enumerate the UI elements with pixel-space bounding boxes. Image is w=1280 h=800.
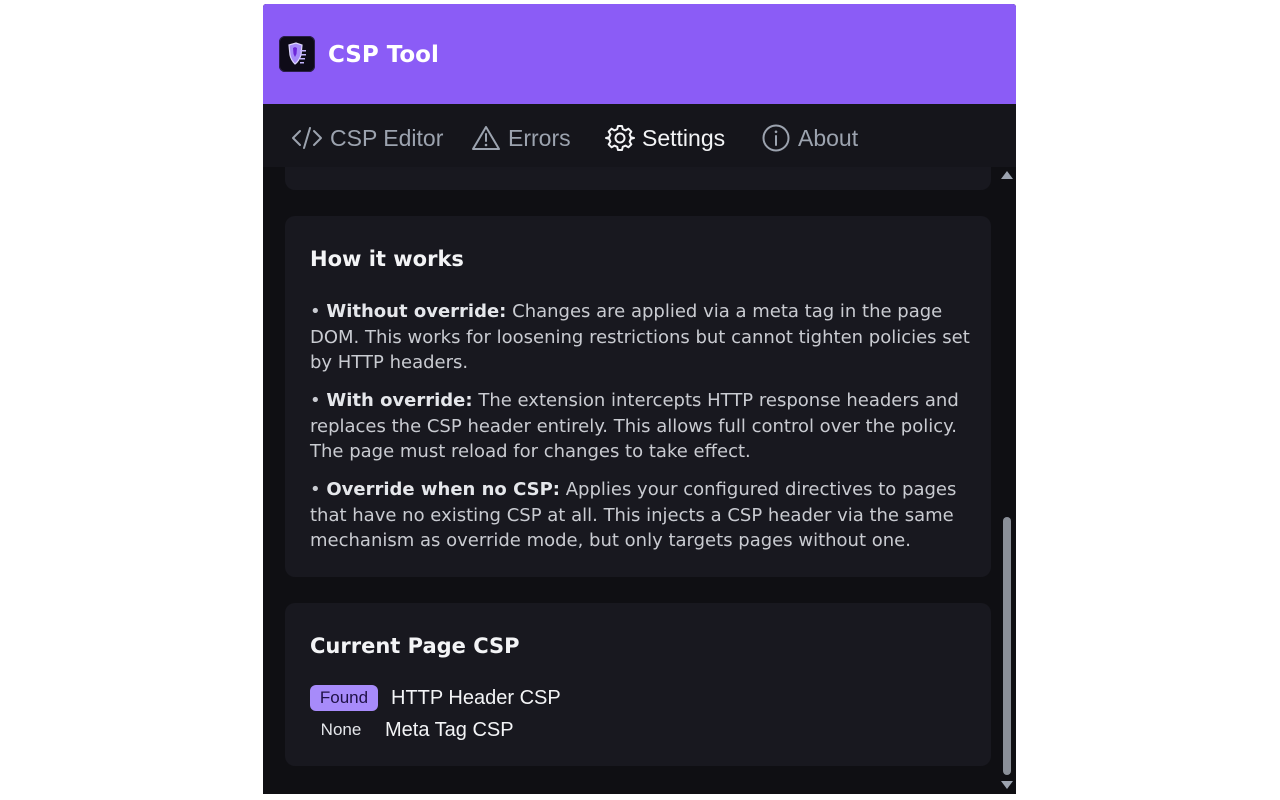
previous-card: [285, 167, 991, 190]
http-header-csp-label: HTTP Header CSP: [391, 687, 561, 709]
bullet: •: [310, 301, 321, 322]
tab-label: About: [798, 124, 859, 151]
gear-icon: [605, 125, 635, 151]
scrollbar-thumb[interactable]: [1003, 517, 1011, 775]
list-item: • Without override: Changes are applied …: [310, 299, 970, 376]
tab-errors[interactable]: Errors: [471, 121, 571, 155]
item-term: With override:: [326, 390, 473, 411]
status-badge-found: Found: [310, 685, 378, 711]
meta-tag-csp-label: Meta Tag CSP: [385, 719, 514, 741]
how-it-works-card: How it works • Without override: Changes…: [285, 216, 991, 577]
vertical-scrollbar[interactable]: [1000, 167, 1014, 794]
tab-label: Settings: [642, 124, 726, 151]
settings-scroll-area: How it works • Without override: Changes…: [263, 167, 1016, 794]
extension-popup: CSP Tool CSP Editor Errors Settings Abou…: [263, 4, 1016, 794]
warning-icon: [472, 126, 500, 150]
item-term: Without override:: [326, 301, 507, 322]
shield-logo-icon: [279, 36, 315, 72]
list-item: • With override: The extension intercept…: [310, 388, 970, 465]
info-icon: [762, 124, 790, 152]
tab-label: Errors: [508, 124, 571, 151]
tab-bar: CSP Editor Errors Settings About: [263, 104, 1016, 167]
card-title: Current Page CSP: [310, 634, 520, 658]
card-title: How it works: [310, 247, 464, 271]
current-page-csp-card: Current Page CSP Found HTTP Header CSP N…: [285, 603, 991, 766]
scroll-down-arrow-icon[interactable]: [1001, 781, 1013, 789]
bullet: •: [310, 479, 321, 500]
status-badge-none: None: [320, 720, 362, 739]
list-item: • Override when no CSP: Applies your con…: [310, 477, 970, 554]
app-header: CSP Tool: [263, 4, 1016, 104]
code-icon: [292, 127, 322, 149]
tab-csp-editor[interactable]: CSP Editor: [291, 121, 443, 155]
tab-about[interactable]: About: [761, 121, 858, 155]
bullet: •: [310, 390, 321, 411]
app-title: CSP Tool: [328, 42, 439, 68]
tab-settings[interactable]: Settings: [605, 121, 725, 155]
item-term: Override when no CSP:: [326, 479, 560, 500]
tab-label: CSP Editor: [330, 124, 444, 151]
scroll-up-arrow-icon[interactable]: [1001, 171, 1013, 179]
